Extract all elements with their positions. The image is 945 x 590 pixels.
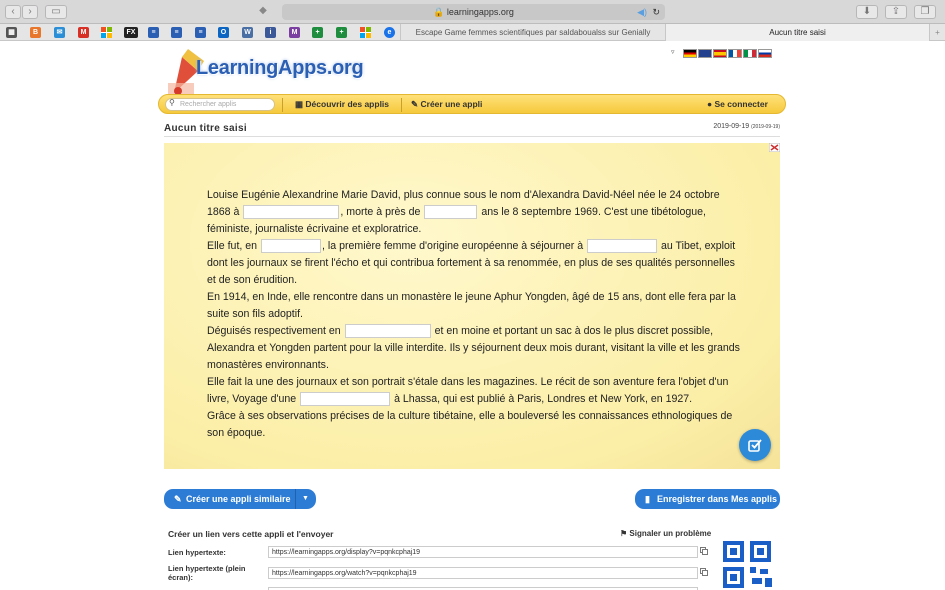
bookmark-orange-icon[interactable]: B: [30, 27, 41, 38]
copy-icon[interactable]: [700, 547, 708, 555]
flag-fr-icon[interactable]: [728, 49, 742, 58]
audio-icon[interactable]: ◀): [637, 4, 647, 20]
lock-icon: 🔒: [433, 7, 445, 17]
page-content: LearningApps.org ▿ ⚲ Rechercher applis ▦…: [0, 41, 945, 590]
report-problem-link[interactable]: ⚑ Signaler un problème: [620, 529, 711, 538]
docs-icon[interactable]: ≡: [148, 27, 159, 38]
browser-toolbar: ‹ › ▭ ◆ 🔒 learningapps.org ◀) ↻ ⬇ ⇪ ❐: [0, 0, 945, 24]
flag-es-icon[interactable]: [713, 49, 727, 58]
edit-icon: ✎: [174, 494, 182, 504]
fullscreen-icon[interactable]: [769, 143, 780, 152]
nav-divider: [401, 98, 402, 112]
user-icon: ●: [707, 99, 713, 109]
outlook-icon[interactable]: O: [218, 27, 229, 38]
bookmark-grid-icon[interactable]: ▦: [6, 27, 17, 38]
discover-link[interactable]: ▦ Découvrir des applis: [295, 99, 389, 110]
flag-de-icon[interactable]: [683, 49, 697, 58]
flag-uk-icon[interactable]: [698, 49, 712, 58]
app-date: 2019-09-19 (2019-09-19): [713, 123, 780, 130]
microsoft-icon[interactable]: [101, 27, 112, 38]
sheets-icon-2[interactable]: +: [336, 27, 347, 38]
docs-icon-3[interactable]: ≡: [195, 27, 206, 38]
cloze-text: Louise Eugénie Alexandrine Marie David, …: [207, 187, 741, 442]
tab-genially[interactable]: Escape Game femmes scientifiques par sal…: [400, 24, 665, 41]
save-to-my-apps-button[interactable]: ▮ Enregistrer dans Mes applis: [635, 489, 780, 509]
paragraph: Elle fait la une des journaux et son por…: [207, 376, 729, 407]
tabs-overview-button[interactable]: ❐: [914, 5, 936, 19]
main-nav: ⚲ Rechercher applis ▦ Découvrir des appl…: [158, 94, 786, 114]
site-logo[interactable]: LearningApps.org: [168, 47, 378, 99]
app-frame: Louise Eugénie Alexandrine Marie David, …: [164, 143, 780, 469]
create-link[interactable]: ✎ Créer une appli: [411, 99, 482, 110]
microsoft-icon-2[interactable]: [360, 27, 371, 38]
language-dropdown-icon[interactable]: ▿: [671, 48, 675, 56]
gap-input[interactable]: [261, 239, 321, 254]
qr-code-icon[interactable]: [722, 538, 774, 589]
bookmark-icon: ▮: [645, 494, 650, 504]
gap-input[interactable]: [587, 239, 658, 254]
bookmark-person-icon[interactable]: i: [265, 27, 276, 38]
tab-active[interactable]: Aucun titre saisi: [665, 24, 930, 41]
paragraph: Elle fut, en , la première femme d'origi…: [207, 239, 736, 286]
paragraph: Déguisés respectivement en et en moine e…: [207, 324, 740, 371]
caret-down-icon[interactable]: ▼: [302, 489, 309, 509]
login-link[interactable]: ● Se connecter: [707, 99, 768, 109]
address-text: learningapps.org: [446, 7, 514, 17]
paragraph: En 1914, en Inde, elle rencontre dans un…: [207, 291, 736, 320]
check-icon: [748, 439, 762, 452]
grid-icon: ▦: [295, 99, 304, 109]
reload-icon[interactable]: ↻: [652, 4, 660, 20]
new-tab-button[interactable]: +: [930, 24, 945, 41]
docs-icon-2[interactable]: ≡: [171, 27, 182, 38]
logo-text: LearningApps.org: [196, 57, 364, 79]
link-field[interactable]: https://learningapps.org/display?v=pqnkc…: [268, 546, 698, 558]
globe-icon[interactable]: e: [384, 27, 395, 38]
share-button[interactable]: ⇪: [885, 5, 907, 19]
paragraph: Grâce à ses observations précises de la …: [207, 410, 733, 439]
bookmarks-bar: ▦ B ✉ M FX ≡ ≡ ≡ O W i M + + e Escape Ga…: [0, 24, 945, 41]
flag-ru-icon[interactable]: [758, 49, 772, 58]
address-bar[interactable]: 🔒 learningapps.org ◀) ↻: [282, 4, 665, 20]
create-similar-button[interactable]: ✎ Créer une appli similaire ▼: [164, 489, 316, 509]
flag-icon: ⚑: [620, 529, 628, 538]
bookmark-blue-icon[interactable]: ✉: [54, 27, 65, 38]
page-title: Aucun titre saisi: [164, 123, 247, 134]
bookmark-fx-icon[interactable]: FX: [124, 27, 138, 38]
copy-icon[interactable]: [700, 568, 708, 576]
check-answers-button[interactable]: [739, 429, 771, 461]
share-heading: Créer un lien vers cette appli et l'envo…: [168, 529, 334, 539]
title-divider: [164, 136, 780, 137]
tag-icon[interactable]: ◆: [252, 5, 274, 19]
pencil-icon: ✎: [411, 99, 419, 109]
fullscreen-link-label: Lien hypertexte (plein écran):: [168, 564, 246, 582]
downloads-button[interactable]: ⬇: [856, 5, 878, 19]
word-icon[interactable]: W: [242, 27, 253, 38]
back-button[interactable]: ‹: [5, 5, 21, 19]
gap-input[interactable]: [424, 205, 478, 220]
sidebar-toggle-button[interactable]: ▭: [45, 5, 67, 19]
flag-it-icon[interactable]: [743, 49, 757, 58]
search-icon: ⚲: [169, 98, 175, 107]
gap-input[interactable]: [300, 392, 391, 407]
link-label: Lien hypertexte:: [168, 548, 226, 557]
search-input[interactable]: Rechercher applis: [165, 98, 275, 111]
gap-input[interactable]: [243, 205, 340, 220]
bookmark-m-icon[interactable]: M: [289, 27, 300, 38]
nav-divider: [282, 98, 283, 112]
fullscreen-link-field[interactable]: https://learningapps.org/watch?v=pqnkcph…: [268, 567, 698, 579]
gap-input[interactable]: [344, 324, 431, 339]
gmail-icon[interactable]: M: [78, 27, 89, 38]
paragraph: Louise Eugénie Alexandrine Marie David, …: [207, 189, 720, 235]
forward-button[interactable]: ›: [22, 5, 38, 19]
sheets-icon[interactable]: +: [312, 27, 323, 38]
